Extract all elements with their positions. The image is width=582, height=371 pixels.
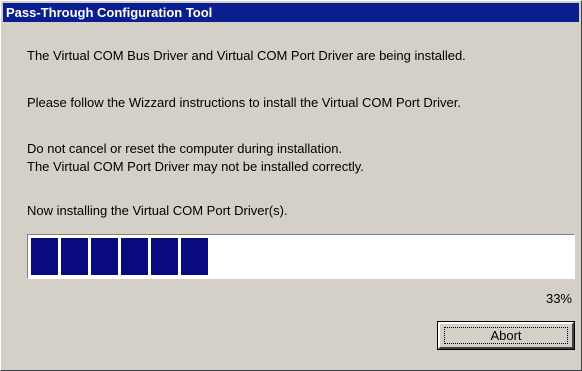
progress-block <box>31 238 58 275</box>
message-may-not-install: The Virtual COM Port Driver may not be i… <box>27 159 364 174</box>
progress-block <box>121 238 148 275</box>
abort-button[interactable]: Abort <box>437 321 575 350</box>
message-do-not-cancel: Do not cancel or reset the computer duri… <box>27 141 343 156</box>
message-wizard-instructions: Please follow the Wizzard instructions t… <box>27 95 461 110</box>
progress-block <box>181 238 208 275</box>
install-dialog: Pass-Through Configuration Tool The Virt… <box>0 0 582 371</box>
status-text: Now installing the Virtual COM Port Driv… <box>27 203 288 218</box>
progress-percent: 33% <box>545 291 572 306</box>
message-drivers-installing: The Virtual COM Bus Driver and Virtual C… <box>27 48 466 63</box>
progress-block <box>91 238 118 275</box>
window-title: Pass-Through Configuration Tool <box>3 3 579 22</box>
progress-block <box>151 238 178 275</box>
abort-button-label: Abort <box>444 327 568 344</box>
progress-track <box>31 238 571 275</box>
progress-bar <box>27 234 575 279</box>
progress-block <box>61 238 88 275</box>
